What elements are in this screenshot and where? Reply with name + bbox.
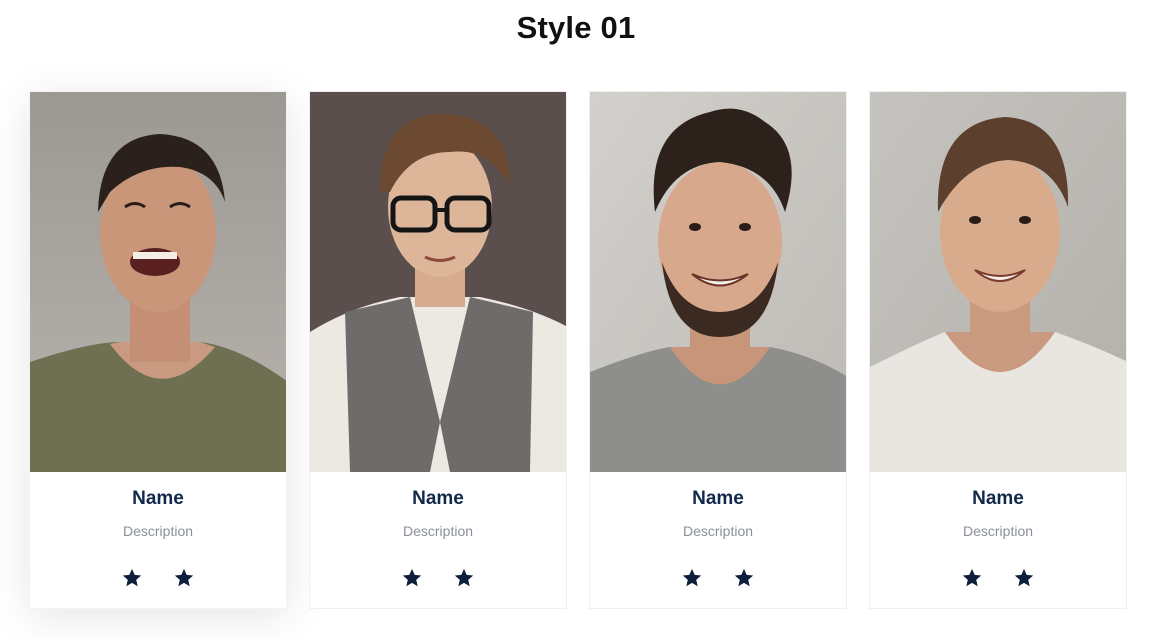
card-body: Name Description: [870, 472, 1126, 608]
rating-stars: [30, 567, 286, 589]
team-card[interactable]: Name Description: [869, 91, 1127, 609]
star-icon: [1013, 567, 1035, 589]
rating-stars: [590, 567, 846, 589]
rating-stars: [870, 567, 1126, 589]
member-photo: [870, 92, 1126, 472]
star-icon: [453, 567, 475, 589]
member-description: Description: [402, 523, 474, 539]
star-icon: [173, 567, 195, 589]
star-icon: [681, 567, 703, 589]
team-card[interactable]: Name Description: [589, 91, 847, 609]
member-name: Name: [412, 488, 464, 509]
star-icon: [733, 567, 755, 589]
card-body: Name Description: [590, 472, 846, 608]
card-body: Name Description: [310, 472, 566, 608]
member-name: Name: [972, 488, 1024, 509]
member-photo: [310, 92, 566, 472]
card-body: Name Description: [30, 472, 286, 608]
team-section: Style 01 Name Description Name Descripti…: [0, 0, 1173, 639]
member-name: Name: [132, 488, 184, 509]
member-description: Description: [962, 523, 1034, 539]
member-name: Name: [692, 488, 744, 509]
member-photo: [590, 92, 846, 472]
member-photo: [30, 92, 286, 472]
rating-stars: [310, 567, 566, 589]
star-icon: [961, 567, 983, 589]
member-description: Description: [122, 523, 194, 539]
star-icon: [121, 567, 143, 589]
section-title: Style 01: [516, 10, 636, 45]
star-icon: [401, 567, 423, 589]
member-description: Description: [682, 523, 754, 539]
team-card[interactable]: Name Description: [309, 91, 567, 609]
team-card[interactable]: Name Description: [29, 91, 287, 609]
